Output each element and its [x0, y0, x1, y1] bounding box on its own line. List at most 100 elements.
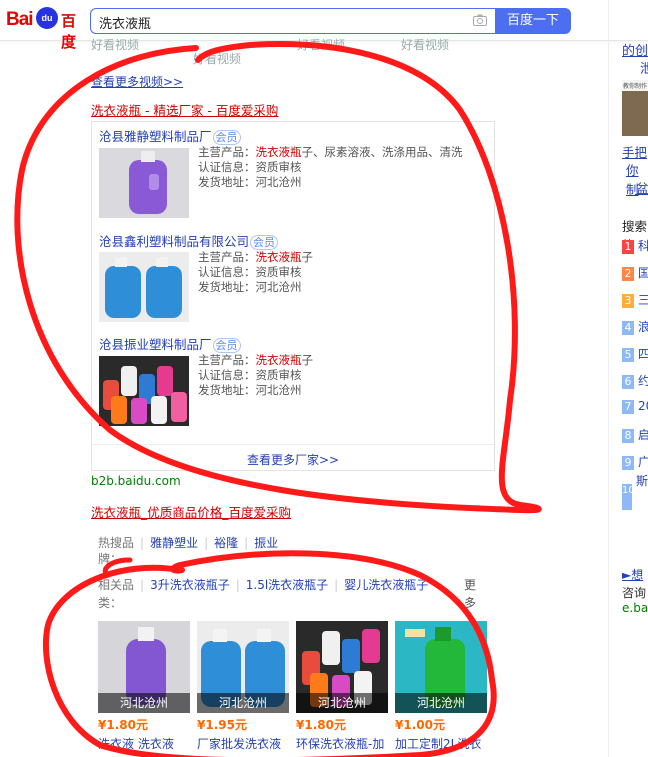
hot-brands-row: 热搜品 | 雅静塑业 | 裕隆 | 振业 [98, 536, 279, 550]
rank-badge: 2 [622, 267, 634, 281]
product-name[interactable]: 洗衣液 洗衣液 [98, 735, 190, 752]
hot-search-item[interactable]: 4浪 [622, 318, 648, 335]
product-location: 河北沧州 [98, 693, 190, 713]
hot-search-item[interactable]: 6约 [622, 372, 648, 389]
ship-address: 发货地址：河北沧州 [198, 175, 302, 189]
category-link[interactable]: 1.5l洗衣液瓶子 [246, 578, 328, 592]
shop-card-title[interactable]: 洗衣液瓶_优质商品价格_百度爱采购 [91, 502, 291, 521]
shop-title-highlight: 洗衣液瓶 [91, 505, 142, 520]
hot-search-item[interactable]: 1科 [622, 237, 648, 254]
company-name-text: 沧县雅静塑料制品厂 [99, 129, 212, 144]
hot-search-text[interactable]: 国 [638, 266, 648, 280]
rank-badge: 6 [622, 375, 634, 389]
products-rest: 子、尿素溶液、洗涤用品、清洗 [301, 145, 463, 159]
company-name-link[interactable]: 沧县振业塑料制品厂 会员 [99, 334, 241, 353]
product-card[interactable]: 河北沧州 ¥1.95元 厂家批发洗衣液 [197, 621, 289, 752]
think-link[interactable]: ►想 [622, 566, 643, 583]
hot-search-item[interactable]: 5四 [622, 345, 648, 362]
brand-link[interactable]: 裕隆 [214, 536, 238, 550]
product-card[interactable]: 河北沧州 ¥1.80元 环保洗衣液瓶-加 [296, 621, 388, 752]
company-name-link[interactable]: 沧县雅静塑料制品厂 会员 [99, 126, 241, 145]
hot-search-text[interactable]: 斯 [636, 474, 648, 488]
product-thumbnail[interactable] [99, 356, 189, 426]
sidebar-top-link[interactable]: 的创 [622, 40, 648, 59]
product-name[interactable]: 加工定制2L洗衣 [395, 735, 487, 752]
product-image: 河北沧州 [197, 621, 289, 713]
shop-title-rest: _优质商品价格_百度爱采购 [141, 505, 292, 520]
cert-info: 认证信息：资质审核 [198, 265, 302, 279]
product-name[interactable]: 环保洗衣液瓶-加 [296, 735, 388, 752]
company-meta: 主营产品：洗衣液瓶子、尿素溶液、洗涤用品、清洗 认证信息：资质审核 发货地址：河… [198, 145, 463, 190]
rank-badge: 4 [622, 321, 634, 335]
rank-badge: 5 [622, 348, 634, 362]
ad-caption: 教你制作 [622, 80, 648, 91]
related-label-2: 类： [98, 596, 123, 610]
ship-address: 发货地址：河北沧州 [198, 280, 302, 294]
cert-info: 认证信息：资质审核 [198, 160, 302, 174]
more-categories-link-2[interactable]: 多 [464, 594, 476, 611]
search-box[interactable]: 洗衣液瓶 [90, 8, 495, 34]
product-price: ¥1.80元 [98, 718, 148, 732]
products-highlight: 洗衣液瓶 [255, 145, 302, 159]
hot-search-text[interactable]: 四 [638, 347, 648, 361]
rank-badge: 9 [622, 456, 634, 470]
brand-link[interactable]: 雅静塑业 [150, 536, 198, 550]
more-suppliers-link[interactable]: 查看更多厂家>> [92, 444, 494, 468]
related-categories-row: 相关品 | 3升洗衣液瓶子 | 1.5l洗衣液瓶子 | 婴儿洗衣液瓶子 [98, 578, 429, 592]
hot-search-item[interactable]: 2国 [622, 264, 648, 281]
products-rest: 子 [301, 353, 314, 367]
product-name[interactable]: 厂家批发洗衣液 [197, 735, 289, 752]
hot-search-text[interactable]: 约 [638, 374, 648, 388]
sidebar-ad-image[interactable]: 教你制作 [622, 80, 648, 136]
video-source-label: 好看视频 [401, 38, 450, 52]
sidebar-source-url: e.bai [622, 601, 648, 615]
source-url: b2b.baidu.com [91, 474, 181, 488]
product-location: 河北沧州 [197, 693, 289, 713]
product-card[interactable]: 河北沧州 ¥1.00元 加工定制2L洗衣 [395, 621, 487, 752]
hot-search-text[interactable]: 三 [638, 293, 648, 307]
logo-cn-text: 百度 [61, 12, 77, 51]
category-link[interactable]: 婴儿洗衣液瓶子 [344, 578, 428, 592]
hot-search-item[interactable]: 8启 [622, 426, 648, 443]
related-label: 相关品 [98, 578, 135, 592]
colorful-bottles-image [99, 356, 189, 426]
hot-search-text[interactable]: 20 [638, 399, 648, 413]
hot-search-item[interactable]: 3三 [622, 291, 648, 308]
hot-search-text[interactable]: 浪 [638, 320, 648, 334]
product-price: ¥1.95元 [197, 718, 247, 732]
baidu-logo[interactable]: Bai du 百度 [6, 7, 86, 51]
company-name-link[interactable]: 沧县鑫利塑料制品有限公司 会员 [99, 231, 279, 250]
more-videos-link[interactable]: 查看更多视频>> [91, 73, 183, 90]
product-thumbnail[interactable] [99, 252, 189, 322]
hot-search-text[interactable]: 广 [638, 455, 648, 469]
vip-badge: 会员 [212, 338, 241, 353]
hot-search-item[interactable]: 7 20 [622, 399, 648, 414]
product-image: 河北沧州 [296, 621, 388, 713]
search-input[interactable]: 洗衣液瓶 [99, 13, 151, 32]
header: Bai du 百度 洗衣液瓶 百度一下 [0, 0, 648, 51]
hot-search-item[interactable]: 9广 [622, 453, 648, 470]
more-categories-link[interactable]: 更 [464, 576, 476, 593]
sidebar-link[interactable]: 盆 [636, 178, 648, 197]
camera-icon[interactable] [473, 14, 487, 26]
sidebar-link[interactable]: 手把 [622, 142, 647, 161]
cert-info: 认证信息：资质审核 [198, 368, 302, 382]
rank-badge: 8 [622, 429, 634, 443]
hot-brands-label-2: 牌： [98, 552, 123, 566]
product-location: 河北沧州 [296, 693, 388, 713]
hot-search-text[interactable]: 启 [638, 428, 648, 442]
hot-search-text[interactable]: 科 [638, 239, 648, 253]
video-source-label: 好看视频 [193, 52, 242, 66]
product-image: 河北沧州 [395, 621, 487, 713]
sidebar-top-link-2[interactable]: 泄 [640, 58, 648, 77]
brand-link[interactable]: 振业 [254, 536, 278, 550]
product-card[interactable]: 河北沧州 ¥1.80元 洗衣液 洗衣液 [98, 621, 190, 752]
paw-icon: du [36, 7, 58, 29]
company-meta: 主营产品：洗衣液瓶子 认证信息：资质审核 发货地址：河北沧州 [198, 250, 313, 295]
hot-search-item[interactable]: 10斯 [622, 474, 648, 510]
category-link[interactable]: 3升洗衣液瓶子 [150, 578, 230, 592]
b2b-card-title[interactable]: 洗衣液瓶 - 精选厂家 - 百度爱采购 [91, 100, 278, 119]
search-button[interactable]: 百度一下 [495, 8, 571, 34]
rank-badge: 10 [622, 484, 635, 510]
product-thumbnail[interactable] [99, 148, 189, 218]
